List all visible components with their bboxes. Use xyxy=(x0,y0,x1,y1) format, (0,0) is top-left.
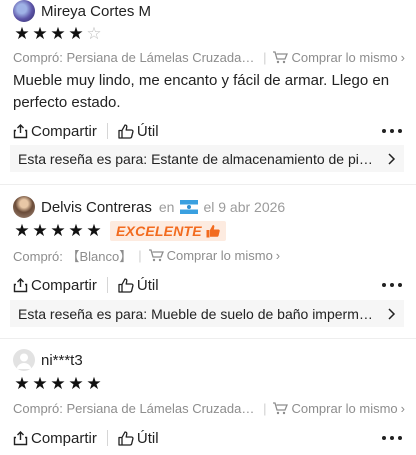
country-prefix: en xyxy=(158,199,175,215)
star-filled-icon: ★ xyxy=(50,221,66,240)
cart-icon xyxy=(148,249,164,262)
review-actions: Compartir Útil xyxy=(13,428,405,448)
more-options-icon[interactable] xyxy=(382,129,405,133)
helpful-button[interactable]: Útil xyxy=(118,277,159,294)
helpful-button[interactable]: Útil xyxy=(118,123,159,140)
helpful-button[interactable]: Útil xyxy=(118,430,159,447)
separator: | xyxy=(263,49,267,65)
share-label: Compartir xyxy=(31,429,97,447)
star-filled-icon: ★ xyxy=(50,374,66,393)
star-filled-icon: ★ xyxy=(50,24,66,43)
star-rating: ★ ★ ★ ★ ★ EXCELENTE xyxy=(13,221,226,241)
star-filled-icon: ★ xyxy=(14,374,30,393)
share-label: Compartir xyxy=(31,276,97,294)
review-target-link[interactable]: Esta reseña es para: Estante de almacena… xyxy=(10,145,404,172)
separator: | xyxy=(263,400,267,416)
action-divider xyxy=(106,277,108,293)
star-filled-icon: ★ xyxy=(86,374,102,393)
star-rating: ★ ★ ★ ★ ★ xyxy=(13,375,103,393)
avatar[interactable] xyxy=(13,0,35,22)
share-icon xyxy=(13,430,28,445)
review-target-text: Esta reseña es para: Mueble de suelo de … xyxy=(18,305,380,322)
star-filled-icon: ★ xyxy=(68,374,84,393)
review-header: ni***t3 xyxy=(13,349,83,371)
share-icon xyxy=(13,123,28,138)
reviewer-name[interactable]: Mireya Cortes M xyxy=(41,3,151,20)
helpful-label: Útil xyxy=(136,429,159,447)
purchased-variant: Compró: Persiana de Lámelas Cruzadas ... xyxy=(13,400,258,416)
purchase-info: Compró: 【Blanco】 | Comprar lo mismo › xyxy=(13,246,405,264)
buy-same-label: Comprar lo mismo xyxy=(291,49,398,65)
star-filled-icon: ★ xyxy=(32,221,48,240)
share-button[interactable]: Compartir xyxy=(13,277,97,294)
review-target-text: Esta reseña es para: Estante de almacena… xyxy=(18,150,380,167)
default-avatar-icon xyxy=(16,353,32,369)
star-filled-icon: ★ xyxy=(86,221,102,240)
buy-same-button[interactable]: Comprar lo mismo › xyxy=(148,247,281,263)
purchase-info: Compró: Persiana de Lámelas Cruzadas ...… xyxy=(13,48,405,66)
star-rating: ★ ★ ★ ★ ☆ xyxy=(13,25,103,43)
review-text: Mueble muy lindo, me encanto y fácil de … xyxy=(13,72,390,111)
star-filled-icon: ★ xyxy=(32,374,48,393)
buy-same-button[interactable]: Comprar lo mismo › xyxy=(272,401,405,416)
buy-same-label: Comprar lo mismo xyxy=(166,247,273,263)
more-options-icon[interactable] xyxy=(382,283,405,287)
share-button[interactable]: Compartir xyxy=(13,430,97,447)
avatar[interactable] xyxy=(13,196,35,218)
star-filled-icon: ★ xyxy=(14,24,30,43)
thumbs-up-icon xyxy=(118,430,134,446)
star-empty-icon: ☆ xyxy=(86,24,102,43)
star-filled-icon: ★ xyxy=(14,221,30,240)
star-filled-icon: ★ xyxy=(68,221,84,240)
star-filled-icon: ★ xyxy=(32,24,48,43)
action-divider xyxy=(106,123,108,139)
buy-same-button[interactable]: Comprar lo mismo › xyxy=(272,50,405,65)
chevron-right-icon xyxy=(388,152,396,165)
chevron-right-icon: › xyxy=(400,49,405,65)
review-actions: Compartir Útil xyxy=(13,121,405,141)
thumbs-up-icon xyxy=(118,277,134,293)
action-divider xyxy=(106,430,108,446)
cart-icon xyxy=(273,402,289,415)
purchase-info: Compró: Persiana de Lámelas Cruzadas ...… xyxy=(13,399,405,417)
chevron-right-icon: › xyxy=(400,400,405,416)
review-header: Mireya Cortes M xyxy=(13,0,151,22)
helpful-label: Útil xyxy=(136,276,159,294)
share-label: Compartir xyxy=(31,122,97,140)
reviewer-name[interactable]: Delvis Contreras xyxy=(41,199,152,216)
review-target-link[interactable]: Esta reseña es para: Mueble de suelo de … xyxy=(10,300,404,327)
star-filled-icon: ★ xyxy=(68,24,84,43)
review-date: el 9 abr 2026 xyxy=(203,199,286,215)
rating-badge: EXCELENTE xyxy=(110,221,226,241)
divider xyxy=(0,184,416,185)
reviewer-name[interactable]: ni***t3 xyxy=(41,352,83,369)
share-icon xyxy=(13,277,28,292)
divider xyxy=(0,338,416,339)
cart-icon xyxy=(273,51,289,64)
thumbs-up-icon xyxy=(118,123,134,139)
review-actions: Compartir Útil xyxy=(13,275,405,295)
avatar[interactable] xyxy=(13,349,35,371)
separator: | xyxy=(138,247,142,263)
chevron-right-icon: › xyxy=(275,247,281,263)
rating-badge-label: EXCELENTE xyxy=(116,223,202,239)
share-button[interactable]: Compartir xyxy=(13,123,97,140)
more-options-icon[interactable] xyxy=(382,436,405,440)
purchased-variant: Compró: 【Blanco】 xyxy=(13,248,133,264)
chevron-right-icon xyxy=(388,307,396,320)
helpful-label: Útil xyxy=(136,122,159,140)
review-header: Delvis Contreras en el 9 abr 2026 xyxy=(13,196,285,218)
thumbs-up-icon xyxy=(206,225,220,238)
country-flag-icon xyxy=(180,200,199,214)
purchased-variant: Compró: Persiana de Lámelas Cruzadas ... xyxy=(13,49,258,65)
buy-same-label: Comprar lo mismo xyxy=(291,400,398,416)
